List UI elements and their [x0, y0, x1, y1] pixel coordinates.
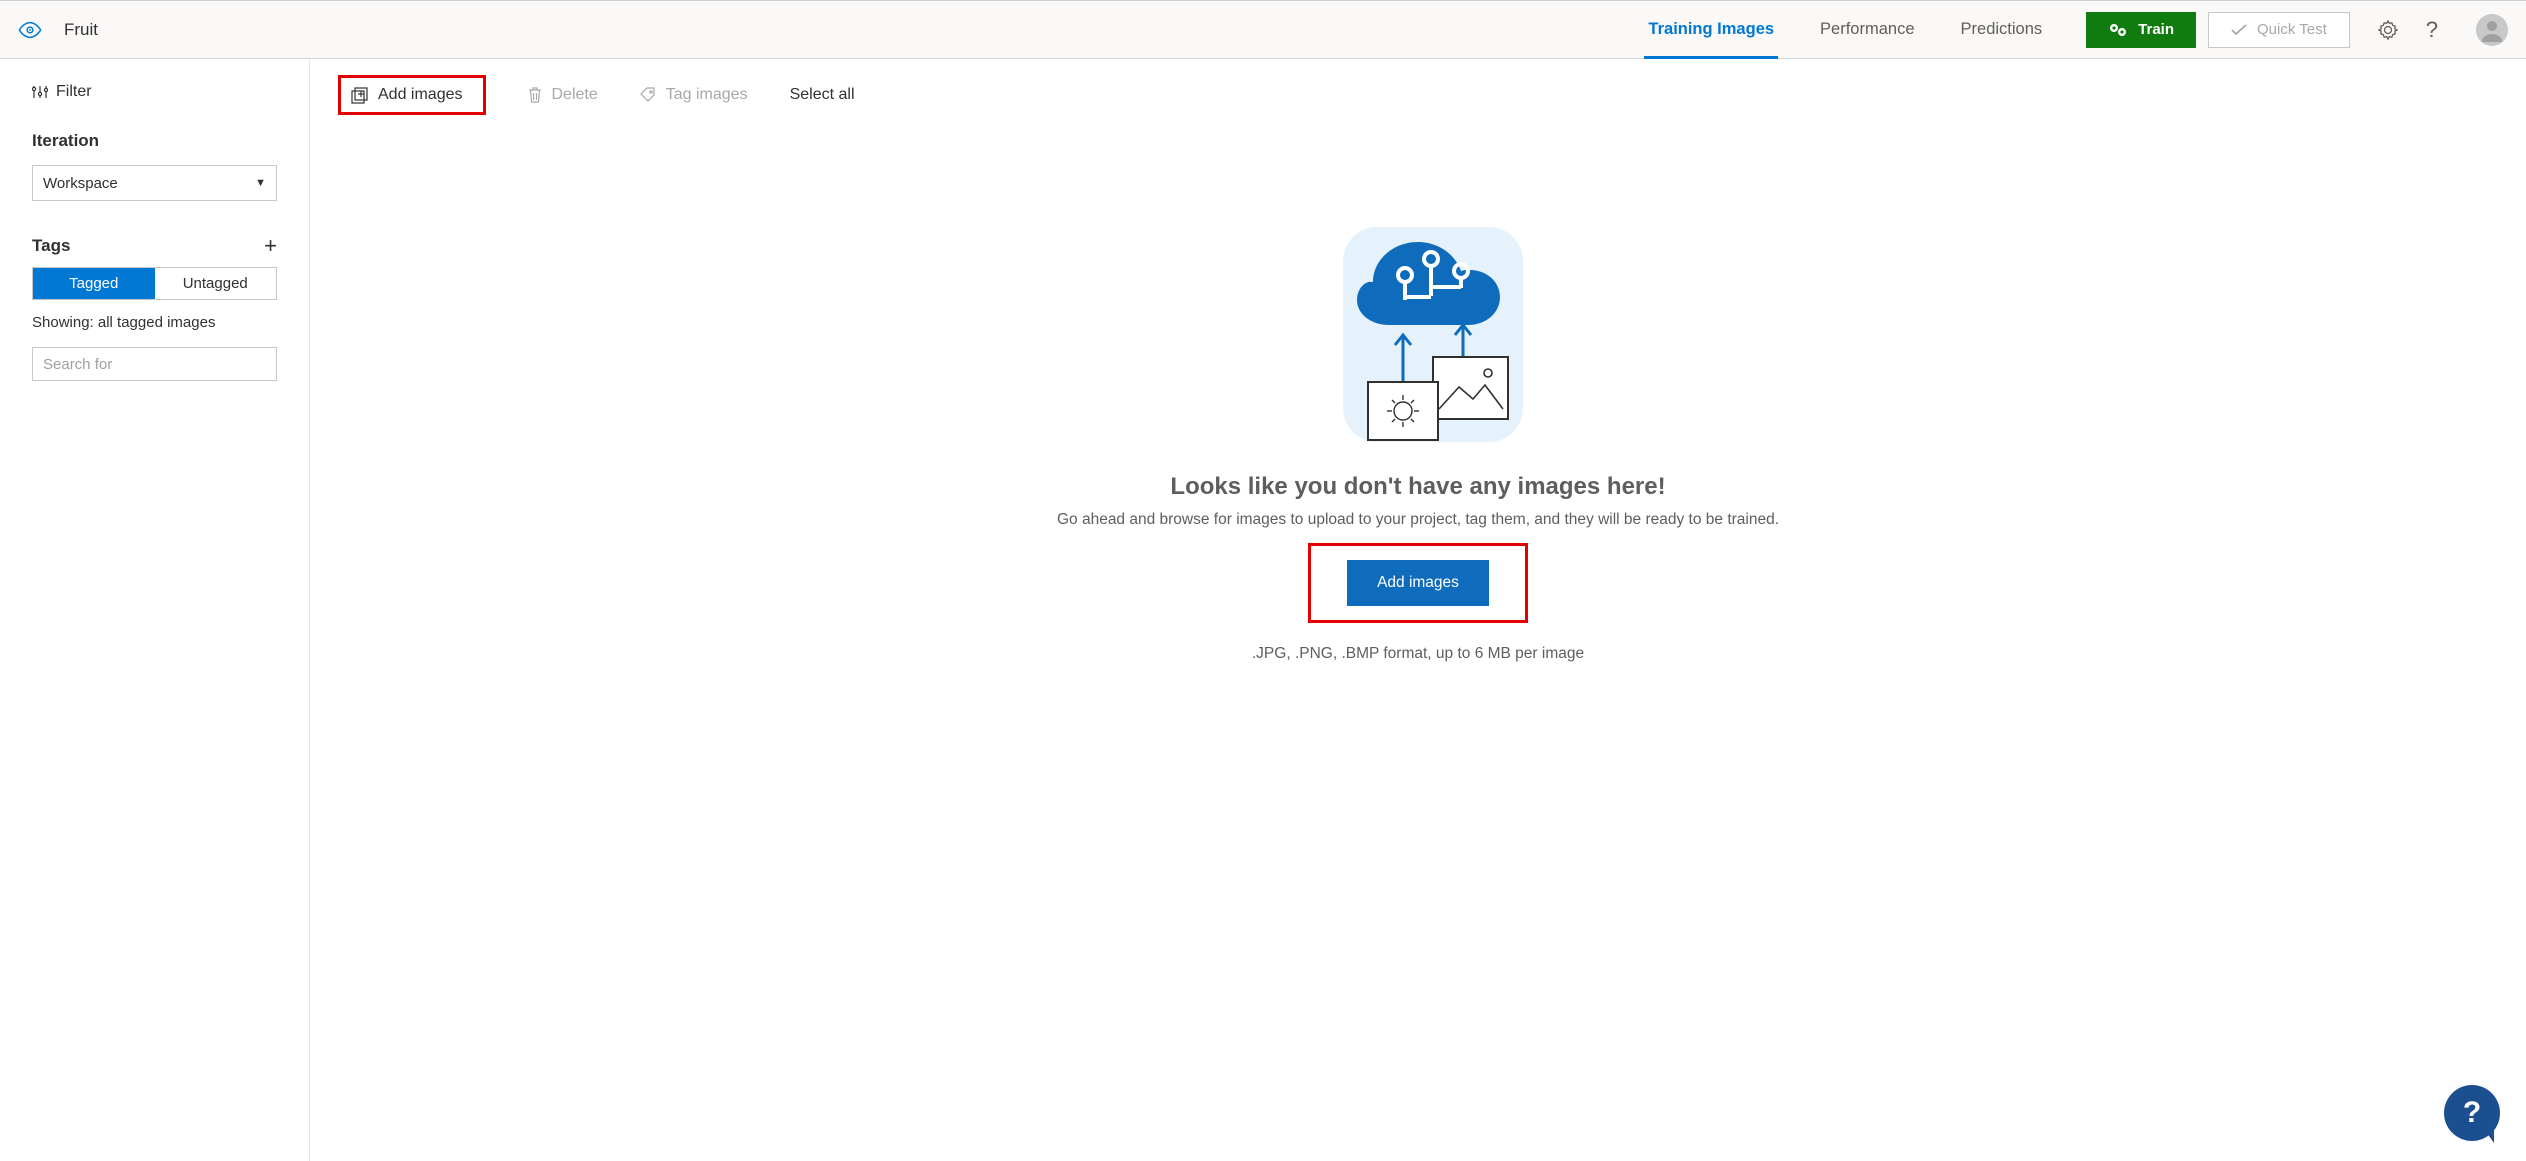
help-icon[interactable]: ? [2426, 17, 2438, 43]
tag-images-label: Tag images [666, 86, 748, 104]
train-button-label: Train [2138, 21, 2174, 38]
supported-formats-text: .JPG, .PNG, .BMP format, up to 6 MB per … [1252, 645, 1584, 663]
filter-label: Filter [56, 83, 92, 101]
tagged-toggle: Tagged Untagged [32, 267, 277, 300]
add-tag-button[interactable]: + [264, 235, 277, 257]
add-images-center-button[interactable]: Add images [1347, 560, 1489, 606]
tags-heading: Tags [32, 236, 70, 256]
train-button[interactable]: Train [2086, 12, 2196, 48]
tab-predictions[interactable]: Predictions [1957, 1, 2047, 58]
delete-button[interactable]: Delete [528, 86, 598, 104]
add-images-label: Add images [378, 86, 463, 104]
empty-subtitle: Go ahead and browse for images to upload… [1057, 511, 1779, 529]
trash-icon [528, 87, 542, 103]
add-image-icon [351, 87, 368, 104]
check-icon [2231, 24, 2247, 36]
empty-illustration-icon [1313, 217, 1523, 447]
tagged-toggle-tagged[interactable]: Tagged [33, 268, 155, 299]
showing-text: Showing: all tagged images [32, 314, 277, 331]
quick-test-button[interactable]: Quick Test [2208, 12, 2350, 48]
tab-performance[interactable]: Performance [1816, 1, 1918, 58]
iteration-select[interactable]: Workspace ▼ [32, 165, 277, 201]
filter-header: Filter [32, 83, 277, 101]
user-avatar[interactable] [2476, 14, 2508, 46]
chevron-down-icon: ▼ [255, 177, 266, 189]
filter-icon [32, 84, 48, 100]
image-toolbar: Add images Delete Tag images Select [310, 59, 2526, 127]
settings-icon[interactable] [2378, 20, 2398, 40]
tab-predictions-label: Predictions [1961, 20, 2043, 39]
tab-performance-label: Performance [1820, 20, 1914, 39]
gears-icon [2108, 22, 2128, 38]
highlight-add-images-center: Add images [1308, 543, 1528, 623]
add-images-button[interactable]: Add images [351, 86, 463, 104]
empty-title: Looks like you don't have any images her… [1170, 473, 1665, 501]
tag-icon [640, 87, 656, 103]
project-name[interactable]: Fruit [64, 20, 98, 40]
help-chat-button[interactable]: ? [2444, 1085, 2500, 1141]
app-header: Fruit Training Images Performance Predic… [0, 1, 2526, 59]
tagged-toggle-untagged[interactable]: Untagged [155, 268, 277, 299]
iteration-select-value: Workspace [43, 175, 118, 192]
tag-images-button[interactable]: Tag images [640, 86, 748, 104]
tab-training-images-label: Training Images [1648, 20, 1774, 39]
iteration-heading: Iteration [32, 131, 277, 151]
main-content: Add images Delete Tag images Select [310, 59, 2526, 1161]
highlight-add-images: Add images [338, 75, 486, 115]
empty-state: Looks like you don't have any images her… [310, 127, 2526, 1161]
select-all-label: Select all [790, 86, 855, 104]
custom-vision-logo-icon [18, 18, 42, 42]
sidebar: Filter Iteration Workspace ▼ Tags + Tagg… [0, 59, 310, 1161]
tag-search-input[interactable] [32, 347, 277, 381]
quick-test-label: Quick Test [2257, 21, 2327, 38]
delete-label: Delete [552, 86, 598, 104]
tab-training-images[interactable]: Training Images [1644, 1, 1778, 58]
select-all-button[interactable]: Select all [790, 86, 855, 104]
